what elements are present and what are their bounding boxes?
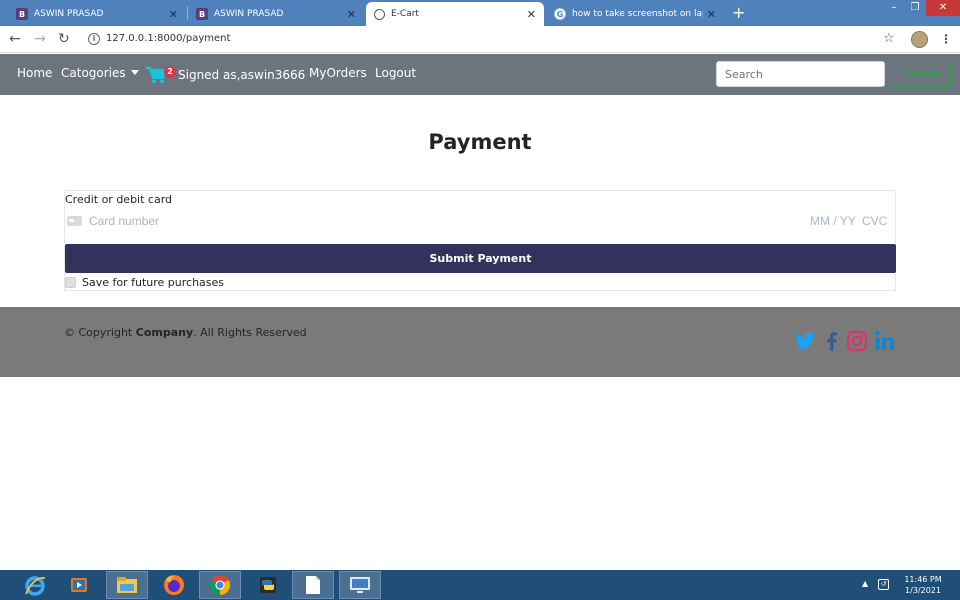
browser-tab-active[interactable]: E-Cart ✕ <box>366 2 544 26</box>
file-explorer-icon[interactable] <box>106 571 148 599</box>
submit-payment-button[interactable]: Submit Payment <box>65 244 896 273</box>
forward-arrow-icon[interactable]: → <box>34 31 46 47</box>
google-icon: G <box>554 8 566 20</box>
back-arrow-icon[interactable]: ← <box>9 31 21 47</box>
browser-tab-title: ASWIN PRASAD <box>214 9 284 19</box>
reload-icon[interactable]: ↻ <box>58 31 70 47</box>
copyright-suffix: . All Rights Reserved <box>193 326 307 339</box>
card-expiry-input[interactable]: MM / YY <box>810 214 856 228</box>
site-footer: © Copyright Company. All Rights Reserved <box>0 307 960 377</box>
browser-menu-icon[interactable]: ⋮ <box>940 32 952 46</box>
bookmark-star-icon[interactable]: ☆ <box>883 31 895 46</box>
caret-down-icon <box>130 70 139 75</box>
close-icon[interactable]: ✕ <box>707 8 716 21</box>
close-icon[interactable]: ✕ <box>347 8 356 21</box>
url-field[interactable]: 127.0.0.1:8000/payment <box>106 33 230 44</box>
copyright-prefix: © Copyright <box>64 326 133 339</box>
site-navbar: Home Catogories Signed as,aswin3666 MyOr… <box>0 54 960 95</box>
chrome-icon[interactable] <box>199 571 241 599</box>
card-number-input[interactable]: Card number <box>89 214 159 228</box>
save-card-checkbox[interactable] <box>65 276 76 288</box>
close-icon[interactable]: ✕ <box>169 8 178 21</box>
nav-myorders-link[interactable]: MyOrders <box>309 66 367 80</box>
shopping-cart-icon[interactable] <box>146 66 166 84</box>
browser-tab-2[interactable]: B ASWIN PRASAD ✕ <box>188 2 364 26</box>
card-label: Credit or debit card <box>65 193 173 206</box>
browser-tab-1[interactable]: B ASWIN PRASAD ✕ <box>8 2 186 26</box>
save-card-label: Save for future purchases <box>82 275 225 289</box>
notepad-icon[interactable] <box>292 571 334 599</box>
browser-tab-title: how to take screenshot on laptop <box>572 9 703 19</box>
save-card-row: Save for future purchases <box>65 275 224 289</box>
page-title: Payment <box>428 130 532 154</box>
facebook-icon[interactable] <box>820 329 844 353</box>
nav-signed-in-user: Signed as,aswin3666 <box>178 68 306 82</box>
card-element-field[interactable]: Card number MM / YY CVC <box>65 211 895 231</box>
payment-form: Credit or debit card Card number MM / YY… <box>64 190 896 291</box>
twitter-icon[interactable] <box>793 329 817 353</box>
info-icon[interactable]: i <box>88 33 100 45</box>
python-icon[interactable] <box>247 571 289 599</box>
globe-icon <box>374 8 385 20</box>
os-taskbar <box>0 570 960 600</box>
card-cvc-input[interactable]: CVC <box>862 214 887 228</box>
linkedin-icon[interactable] <box>873 329 897 353</box>
nav-home-link[interactable]: Home <box>17 66 52 80</box>
nav-categories-dropdown[interactable]: Catogories <box>61 66 139 80</box>
firefox-icon[interactable] <box>153 571 195 599</box>
clock-time: 11:46 PM <box>904 575 942 584</box>
instagram-icon[interactable] <box>845 329 869 353</box>
browser-tab-title: ASWIN PRASAD <box>34 9 104 19</box>
window-close-button[interactable]: ✕ <box>926 0 960 16</box>
address-bar: ← → ↻ i 127.0.0.1:8000/payment ☆ ⋮ <box>0 26 960 53</box>
browser-tab-title: E-Cart <box>391 9 419 19</box>
credit-card-icon <box>67 216 82 226</box>
bootstrap-icon: B <box>16 8 28 20</box>
company-name: Company <box>135 326 194 339</box>
minimize-button[interactable]: – <box>884 0 904 16</box>
restore-button[interactable]: ❐ <box>905 0 925 16</box>
close-icon[interactable]: ✕ <box>527 8 536 21</box>
media-player-icon[interactable] <box>58 571 100 599</box>
tray-expand-icon[interactable]: ▲ <box>862 579 868 588</box>
browser-tab-bar: B ASWIN PRASAD ✕ B ASWIN PRASAD ✕ E-Cart… <box>0 0 960 26</box>
copyright-text: © Copyright Company. All Rights Reserved <box>64 326 307 339</box>
clock-date: 1/3/2021 <box>905 586 941 595</box>
bootstrap-icon: B <box>196 8 208 20</box>
tray-app-icon[interactable]: ↺ <box>878 579 889 590</box>
remote-desktop-icon[interactable] <box>339 571 381 599</box>
cart-count-badge: 2 <box>164 66 176 78</box>
nav-logout-link[interactable]: Logout <box>375 66 416 80</box>
search-input[interactable] <box>716 61 885 87</box>
browser-tab-4[interactable]: G how to take screenshot on laptop ✕ <box>546 2 724 26</box>
new-tab-button[interactable]: + <box>732 2 745 24</box>
nav-categories-label: Catogories <box>61 66 126 80</box>
profile-avatar[interactable] <box>911 31 928 48</box>
taskbar-clock[interactable]: 11:46 PM 1/3/2021 <box>896 574 950 596</box>
search-button[interactable]: Search <box>891 61 951 87</box>
internet-explorer-icon[interactable] <box>14 571 56 599</box>
